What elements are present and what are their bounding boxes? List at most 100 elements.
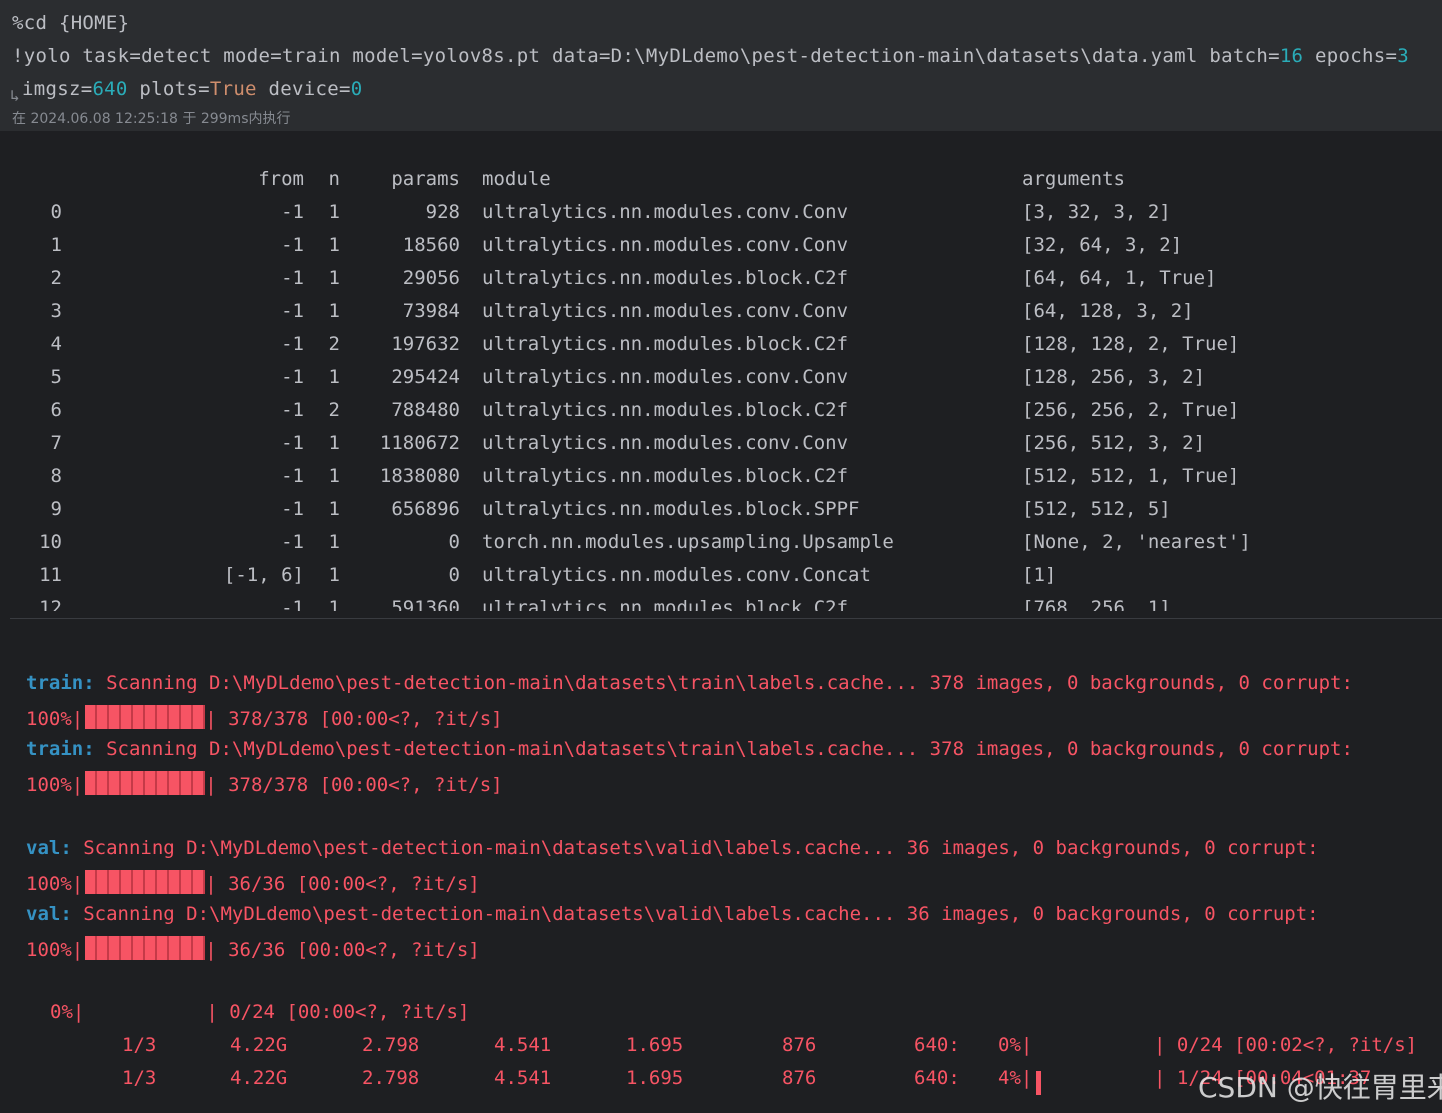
scan-progress-tail: | 36/36 [00:00<?, ?it/s]	[205, 939, 480, 961]
row-from: -1	[281, 366, 304, 388]
scan-progress-bar	[85, 705, 206, 729]
model-summary-table[interactable]: from n params module arguments 0 -1 1 928 ul…	[0, 131, 1442, 611]
row-n: 1	[328, 498, 340, 520]
train-progress-tail: | 0/24 [00:02<?, ?it/s]	[1154, 1034, 1418, 1056]
row-arguments: [256, 256, 2, True]	[1022, 399, 1240, 421]
row-params: 29056	[402, 267, 460, 289]
train-size: 640:	[914, 1067, 960, 1089]
device-key: device=	[256, 78, 351, 100]
row-n: 2	[328, 399, 340, 421]
row-n: 1	[328, 366, 340, 388]
epoch-progress-pct: 0%|	[50, 1001, 85, 1023]
row-params: 591360	[391, 597, 460, 611]
train-epoch: 1/3	[122, 1034, 157, 1056]
row-arguments: [None, 2, 'nearest']	[1022, 531, 1251, 553]
scan-progress-pct: 100%|	[26, 873, 84, 895]
code-line-args[interactable]: imgsz=640 plots=True device=0	[22, 78, 362, 100]
row-index: 8	[50, 465, 62, 487]
row-module: torch.nn.modules.upsampling.Upsample	[482, 531, 894, 553]
row-n: 1	[328, 531, 340, 553]
csdn-watermark: CSDN @快往胃里来	[1198, 1071, 1442, 1104]
header-from: from	[258, 168, 304, 190]
row-module: ultralytics.nn.modules.block.C2f	[482, 333, 849, 355]
execution-info: 在 2024.06.08 12:25:18 于 299ms内执行	[12, 111, 291, 127]
scan-line: val: Scanning D:\MyDLdemo\pest-detection…	[26, 903, 1319, 925]
row-params: 18560	[402, 234, 460, 256]
scan-progress-tail: | 378/378 [00:00<?, ?it/s]	[205, 708, 503, 730]
row-index: 9	[50, 498, 62, 520]
row-from: -1	[281, 531, 304, 553]
train-pct: 4%|	[998, 1067, 1033, 1089]
row-params: 197632	[391, 333, 460, 355]
training-output[interactable]: train: Scanning D:\MyDLdemo\pest-detecti…	[0, 619, 1442, 1113]
row-from: -1	[281, 498, 304, 520]
row-params: 788480	[391, 399, 460, 421]
scan-progress-line: 100%| | 378/378 [00:00<?, ?it/s]	[26, 771, 503, 796]
row-from: [-1, 6]	[223, 564, 304, 586]
yolo-command-text: !yolo task=detect mode=train model=yolov…	[12, 45, 1280, 67]
train-box-loss: 2.798	[362, 1067, 420, 1089]
scan-tag: train:	[26, 672, 95, 694]
row-index: 4	[50, 333, 62, 355]
row-module: ultralytics.nn.modules.block.C2f	[482, 267, 849, 289]
scan-progress-bar	[85, 870, 206, 894]
scan-progress-line: 100%| | 36/36 [00:00<?, ?it/s]	[26, 936, 480, 961]
row-params: 1838080	[379, 465, 460, 487]
scan-text: Scanning D:\MyDLdemo\pest-detection-main…	[71, 903, 1319, 925]
table-row: 3 -1 1 73984 ultralytics.nn.modules.conv.Con…	[0, 300, 1442, 333]
row-module: ultralytics.nn.modules.block.C2f	[482, 465, 849, 487]
row-from: -1	[281, 465, 304, 487]
row-module: ultralytics.nn.modules.conv.Conv	[482, 201, 849, 223]
imgsz-key: imgsz=	[22, 78, 93, 100]
row-n: 1	[328, 564, 340, 586]
row-module: ultralytics.nn.modules.conv.Conv	[482, 300, 849, 322]
table-row: 2 -1 1 29056 ultralytics.nn.modules.block.C2…	[0, 267, 1442, 300]
row-n: 1	[328, 300, 340, 322]
scan-progress-line: 100%| | 36/36 [00:00<?, ?it/s]	[26, 870, 480, 895]
row-index: 3	[50, 300, 62, 322]
train-gpu-mem: 4.22G	[230, 1034, 288, 1056]
row-index: 6	[50, 399, 62, 421]
cd-command-text: %cd {HOME}	[12, 12, 130, 34]
row-params: 0	[448, 531, 460, 553]
row-module: ultralytics.nn.modules.block.SPPF	[482, 498, 860, 520]
row-index: 1	[50, 234, 62, 256]
train-instances: 876	[782, 1067, 817, 1089]
scan-progress-pct: 100%|	[26, 939, 84, 961]
row-from: -1	[281, 234, 304, 256]
row-index: 7	[50, 432, 62, 454]
row-params: 73984	[402, 300, 460, 322]
row-arguments: [64, 128, 3, 2]	[1022, 300, 1194, 322]
train-size: 640:	[914, 1034, 960, 1056]
table-row: 7 -1 1 1180672 ultralytics.nn.modules.conv.C…	[0, 432, 1442, 465]
scan-line: val: Scanning D:\MyDLdemo\pest-detection…	[26, 837, 1319, 859]
row-from: -1	[281, 201, 304, 223]
row-arguments: [32, 64, 3, 2]	[1022, 234, 1183, 256]
table-row: 6 -1 2 788480 ultralytics.nn.modules.block.C…	[0, 399, 1442, 432]
row-n: 1	[328, 465, 340, 487]
header-arguments: arguments	[1022, 168, 1125, 190]
scan-progress-bar	[85, 936, 206, 960]
row-arguments: [64, 64, 1, True]	[1022, 267, 1217, 289]
header-n: n	[328, 168, 340, 190]
row-from: -1	[281, 267, 304, 289]
code-line-cd[interactable]: %cd {HOME}	[12, 12, 129, 34]
scan-progress-line: 100%| | 378/378 [00:00<?, ?it/s]	[26, 705, 503, 730]
imgsz-value: 640	[92, 78, 128, 100]
table-row: 10 -1 1 0 torch.nn.modules.upsampling.Upsamp…	[0, 531, 1442, 564]
row-params: 0	[448, 564, 460, 586]
row-module: ultralytics.nn.modules.block.C2f	[482, 597, 849, 611]
scan-progress-pct: 100%|	[26, 708, 84, 730]
train-pct: 0%|	[998, 1034, 1033, 1056]
row-n: 1	[328, 201, 340, 223]
device-value: 0	[350, 78, 363, 100]
table-row: 12 -1 1 591360 ultralytics.nn.modules.block.…	[0, 597, 1442, 611]
code-line-yolo[interactable]: !yolo task=detect mode=train model=yolov…	[12, 45, 1409, 67]
row-n: 2	[328, 333, 340, 355]
table-row: 0 -1 1 928 ultralytics.nn.modules.conv.Conv […	[0, 201, 1442, 234]
code-cell-input[interactable]: %cd {HOME} !yolo task=detect mode=train …	[0, 0, 1442, 131]
epochs-value: 3	[1397, 45, 1409, 67]
row-module: ultralytics.nn.modules.block.C2f	[482, 399, 849, 421]
table-row: 11 [-1, 6] 1 0 ultralytics.nn.modules.conv.C…	[0, 564, 1442, 597]
epochs-key: epochs=	[1303, 45, 1398, 67]
